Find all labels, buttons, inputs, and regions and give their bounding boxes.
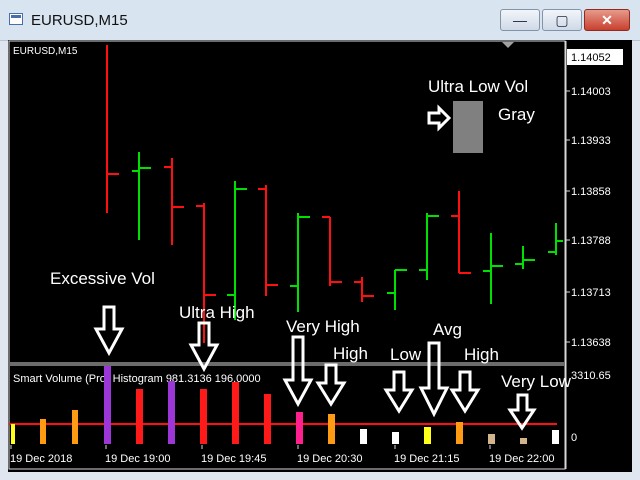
volume-bar bbox=[520, 438, 527, 444]
very-low-annotation: Very Low bbox=[501, 372, 572, 391]
volume-bar bbox=[11, 424, 15, 444]
down-arrow-icon bbox=[315, 363, 347, 407]
chart-canvas[interactable]: EURUSD,M15 1.14052 1.14003 1.13933 1.138… bbox=[8, 40, 632, 472]
volume-bar bbox=[168, 381, 175, 444]
ultra-high-annotation: Ultra High bbox=[179, 303, 255, 322]
price-label: 1.13933 bbox=[571, 135, 611, 147]
volume-bar bbox=[264, 394, 271, 444]
time-label: 19 Dec 20:30 bbox=[297, 453, 362, 465]
price-bar bbox=[322, 216, 342, 286]
price-bar bbox=[515, 246, 535, 269]
price-label: 1.13713 bbox=[571, 287, 611, 299]
maximize-button[interactable]: ▢ bbox=[542, 9, 582, 31]
volume-bar bbox=[232, 382, 239, 444]
volume-bar bbox=[424, 427, 431, 444]
down-arrow-icon bbox=[383, 370, 415, 414]
indicator-zero-label: 0 bbox=[571, 432, 577, 444]
time-label: 19 Dec 21:15 bbox=[394, 453, 459, 465]
down-arrow-icon bbox=[282, 335, 314, 408]
volume-bar bbox=[104, 366, 111, 444]
chart-area[interactable]: EURUSD,M15 1.14052 1.14003 1.13933 1.138… bbox=[8, 40, 632, 472]
price-bar bbox=[548, 223, 563, 255]
gray-annotation: Gray bbox=[498, 105, 535, 124]
ultra-low-annotation: Ultra Low Vol bbox=[428, 77, 528, 96]
volume-bar bbox=[296, 412, 303, 444]
current-price-label: 1.14052 bbox=[571, 52, 611, 64]
ultra-low-swatch bbox=[453, 101, 483, 153]
low-annotation: Low bbox=[390, 345, 422, 364]
very-high-annotation: Very High bbox=[286, 317, 360, 336]
time-label: 19 Dec 2018 bbox=[10, 453, 72, 465]
price-bar bbox=[258, 185, 278, 296]
time-label: 19 Dec 19:45 bbox=[201, 453, 266, 465]
indicator-label: Smart Volume (Pro) Histogram 981.3136 19… bbox=[13, 373, 261, 385]
price-bar bbox=[164, 158, 184, 245]
minimize-button[interactable]: — bbox=[500, 9, 540, 31]
volume-bar bbox=[328, 414, 335, 444]
window-title: EURUSD,M15 bbox=[31, 12, 128, 29]
window-titlebar: EURUSD,M15 — ▢ ✕ bbox=[0, 0, 640, 41]
volume-bar bbox=[136, 389, 143, 444]
price-label: 1.13638 bbox=[571, 337, 611, 349]
price-label: 1.14003 bbox=[571, 86, 611, 98]
volume-bar bbox=[200, 389, 207, 444]
time-label: 19 Dec 22:00 bbox=[489, 453, 554, 465]
volume-bar bbox=[72, 410, 78, 444]
price-bar bbox=[290, 213, 310, 312]
price-label: 1.13858 bbox=[571, 186, 611, 198]
time-label: 19 Dec 19:00 bbox=[105, 453, 170, 465]
price-bar bbox=[419, 213, 439, 280]
close-button[interactable]: ✕ bbox=[584, 9, 630, 31]
down-arrow-icon bbox=[93, 305, 125, 357]
right-arrow-icon bbox=[427, 104, 452, 132]
high-annotation: High bbox=[333, 344, 368, 363]
time-axis: 19 Dec 2018 19 Dec 19:00 19 Dec 19:45 19… bbox=[10, 445, 554, 465]
price-bar bbox=[451, 191, 471, 274]
high-annotation: High bbox=[464, 345, 499, 364]
volume-bar bbox=[456, 422, 463, 444]
price-bar bbox=[387, 269, 407, 310]
symbol-label: EURUSD,M15 bbox=[13, 46, 78, 57]
avg-annotation: Avg bbox=[433, 320, 462, 339]
price-bar bbox=[483, 233, 503, 304]
excessive-vol-annotation: Excessive Vol bbox=[50, 269, 155, 288]
price-bar bbox=[354, 277, 374, 302]
indicator-max-label: 3310.65 bbox=[571, 370, 611, 382]
price-bar bbox=[227, 181, 247, 320]
price-bar bbox=[106, 45, 119, 213]
shift-marker-icon[interactable] bbox=[502, 42, 514, 48]
price-bar bbox=[132, 152, 151, 240]
volume-bar bbox=[552, 430, 559, 444]
volume-bar bbox=[40, 419, 46, 444]
down-arrow-icon bbox=[449, 370, 481, 414]
price-axis: 1.14003 1.13933 1.13858 1.13788 1.13713 … bbox=[566, 86, 611, 444]
chart-window-icon bbox=[9, 13, 23, 25]
down-arrow-icon bbox=[418, 341, 450, 418]
volume-bar bbox=[360, 429, 367, 444]
price-label: 1.13788 bbox=[571, 235, 611, 247]
volume-bar bbox=[392, 432, 399, 444]
volume-bar bbox=[488, 434, 495, 444]
